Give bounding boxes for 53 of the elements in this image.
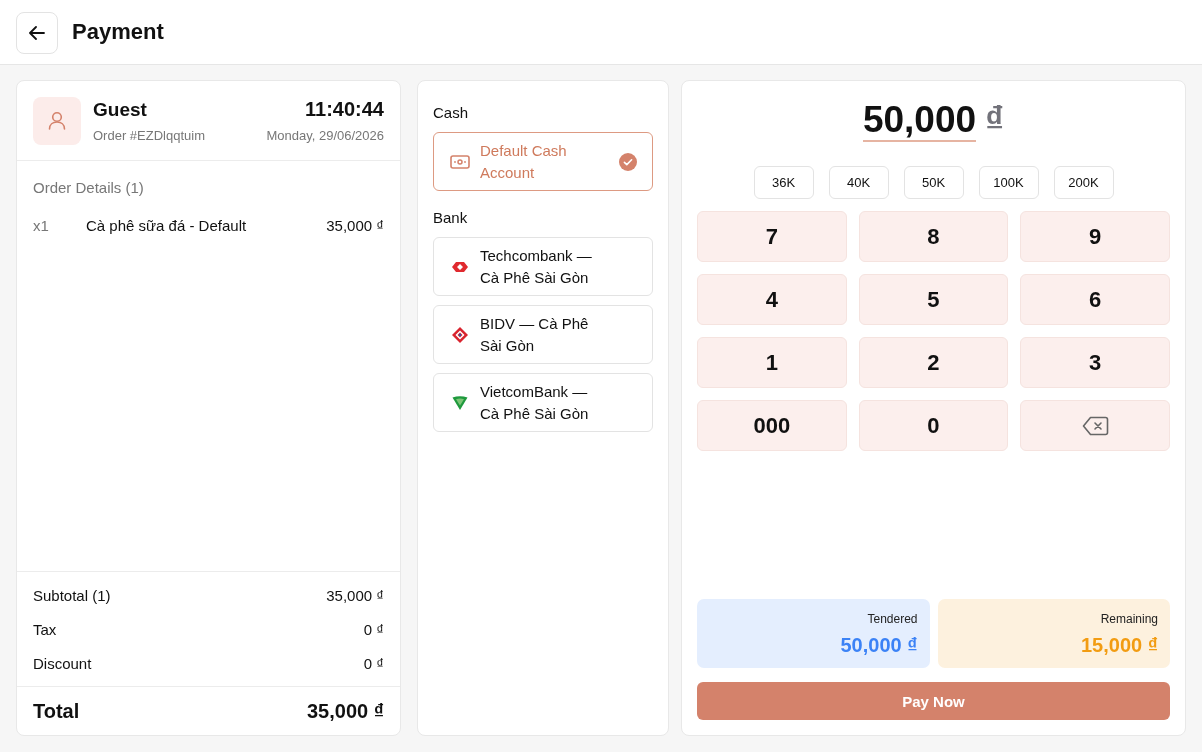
summary-label: Discount: [33, 654, 92, 672]
summary-value: 0 ₫: [363, 654, 384, 672]
banknote-icon: [450, 154, 470, 169]
keypad-key[interactable]: 3: [1020, 337, 1170, 388]
order-date: Monday, 29/06/2026: [266, 128, 384, 144]
item-quantity: x1: [33, 216, 50, 236]
keypad-key[interactable]: 4: [697, 274, 847, 325]
keypad-key[interactable]: 6: [1020, 274, 1170, 325]
section-title: Order Details (1): [33, 178, 145, 198]
section-label: Bank: [433, 208, 469, 228]
person-icon: [33, 97, 81, 145]
chevron-diamond-icon: [452, 261, 468, 272]
keypad-key[interactable]: 9: [1020, 211, 1170, 262]
keypad-key[interactable]: 2: [858, 337, 1009, 388]
back-button[interactable]: [16, 11, 58, 54]
quick-amount-button[interactable]: 36K: [753, 166, 814, 199]
total-value: 35,000 ₫: [307, 699, 384, 723]
diamond-logo-icon: [452, 326, 468, 343]
quick-amount-button[interactable]: 40K: [828, 166, 889, 199]
payment-method-option[interactable]: BIDV — Cà Phê Sài Gòn: [433, 305, 653, 364]
quick-amount-button[interactable]: 200K: [1053, 166, 1114, 199]
item-price: 35,000 ₫: [326, 216, 384, 236]
keypad-key[interactable]: 5: [858, 274, 1009, 325]
balance-value: 15,000 ₫: [1081, 633, 1158, 657]
backspace-icon: [1081, 415, 1109, 436]
keypad-key[interactable]: 8: [858, 211, 1009, 262]
summary-label: Subtotal (1): [33, 586, 111, 604]
keypad-key[interactable]: 7: [697, 211, 847, 262]
balance-label: Remaining: [1100, 611, 1158, 627]
customer-name: Guest: [93, 98, 148, 121]
keypad-key[interactable]: 1: [697, 337, 847, 388]
check-circle-icon: [619, 152, 637, 171]
item-name: Cà phê sữa đá - Default: [86, 216, 248, 236]
keypad-key[interactable]: 0: [858, 400, 1009, 451]
currency-symbol: ₫: [985, 100, 1005, 140]
section-label: Cash: [433, 103, 470, 123]
payment-method-option[interactable]: VietcomBank — Cà Phê Sài Gòn: [433, 373, 653, 432]
order-time: 11:40:44: [305, 98, 384, 121]
quick-amount-button[interactable]: 100K: [978, 166, 1039, 199]
amount-display: 50,000: [862, 100, 977, 142]
keypad-key[interactable]: 000: [697, 400, 847, 451]
payment-method-option[interactable]: Techcombank — Cà Phê Sài Gòn: [433, 237, 653, 296]
v-shape-logo-icon: [452, 394, 468, 411]
page-title: Payment: [72, 19, 164, 45]
quick-amount-button[interactable]: 50K: [903, 166, 964, 199]
arrow-left-icon: [29, 25, 45, 40]
balance-value: 50,000 ₫: [840, 633, 918, 657]
summary-value: 35,000 ₫: [326, 586, 384, 604]
order-number: Order #EZDlqqtuim: [93, 128, 206, 144]
summary-label: Tax: [33, 620, 57, 638]
balance-label: Tendered: [867, 611, 918, 627]
summary-value: 0 ₫: [363, 620, 384, 638]
total-label: Total: [33, 699, 80, 723]
